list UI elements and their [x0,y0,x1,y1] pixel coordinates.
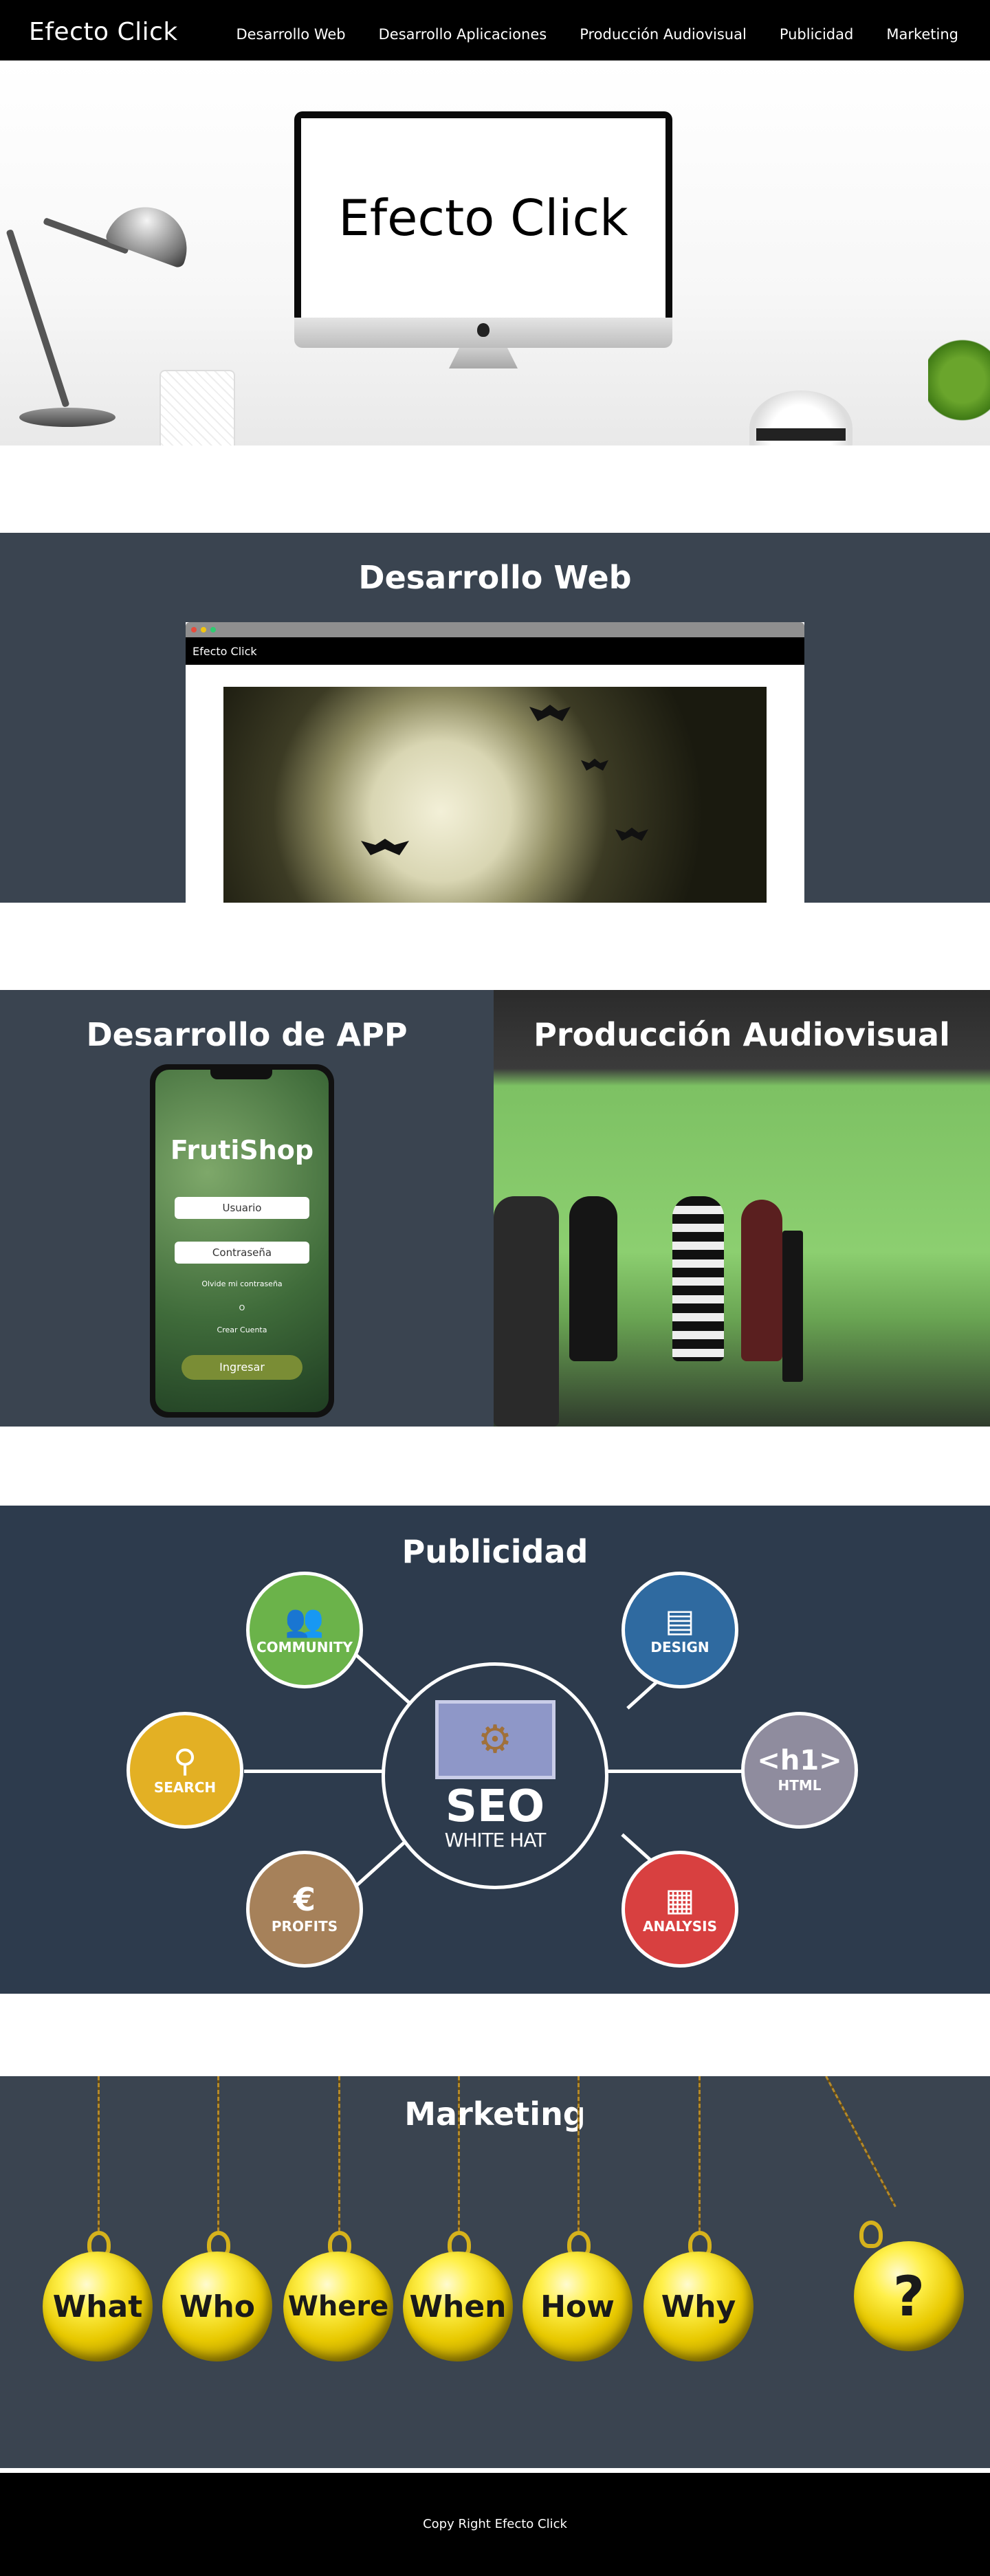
nav-link-desarrollo-web[interactable]: Desarrollo Web [236,26,345,43]
imac-image: Efecto Click [294,111,672,368]
hero-banner: Efecto Click [0,60,990,445]
section-marketing: Marketing What Who Where When How Why ? [0,2076,990,2468]
seo-center-hub: ⚙ SEO WHITE HAT [382,1662,608,1889]
crow-icon [361,839,409,855]
ball-where: Where [283,2252,393,2362]
maximize-dot-icon [210,627,216,632]
lamp-base [19,408,116,427]
minimize-dot-icon [201,627,206,632]
html-node[interactable]: <h1> HTML [741,1712,858,1829]
brand-logo[interactable]: Efecto Click [29,18,178,46]
html-tag-icon: <h1> [757,1745,842,1776]
app-name: FrutiShop [170,1135,314,1165]
chain [578,2076,580,2231]
or-divider: O [239,1303,245,1312]
section-title: Publicidad [402,1533,588,1570]
chain [217,2076,219,2231]
section-publicidad: Publicidad ⚙ SEO WHITE HAT 👥 COMMUNITY ▤… [0,1506,990,1994]
nav-link-marketing[interactable]: Marketing [886,26,958,43]
people-icon: 👥 [285,1602,324,1639]
design-node[interactable]: ▤ DESIGN [622,1572,738,1688]
connector-line [353,1651,417,1710]
nav-link-desarrollo-aplicaciones[interactable]: Desarrollo Aplicaciones [379,26,547,43]
forgot-password-link[interactable]: Olvide mi contraseña [155,1279,329,1288]
white-hat-label: WHITE HAT [444,1829,547,1851]
ball-how: How [522,2252,632,2362]
design-layout-icon: ▤ [665,1602,695,1639]
analysis-label: ANALYSIS [642,1918,718,1935]
bat-icon [581,758,608,771]
section-desarrollo-app: Desarrollo de APP FrutiShop Usuario Cont… [0,990,494,1427]
nav-link-publicidad[interactable]: Publicidad [780,26,854,43]
magnifier-icon: ⚲ [173,1742,197,1779]
chain [698,2076,701,2231]
ball-when: When [403,2252,513,2362]
person-image [569,1196,617,1361]
search-label: SEARCH [153,1779,217,1796]
apple-logo-icon [477,323,490,337]
chain [98,2076,100,2231]
ball-loop [859,2221,883,2248]
chain [458,2076,460,2231]
moon-bats-image [223,687,767,903]
section-desarrollo-web: Desarrollo Web Efecto Click [0,533,990,903]
bat-icon [615,827,648,841]
monitor-screen: Efecto Click [301,118,666,318]
community-node[interactable]: 👥 COMMUNITY [246,1572,363,1688]
connector-line [602,1770,746,1773]
section-title: Desarrollo de APP [86,1016,408,1053]
person-foreground-image [494,1196,559,1427]
phone-mockup: FrutiShop Usuario Contraseña Olvide mi c… [150,1064,334,1418]
ball-who: Who [162,2252,272,2362]
camera-tripod-image [782,1231,803,1382]
section-title: Producción Audiovisual [534,1016,950,1053]
phone-screen: FrutiShop Usuario Contraseña Olvide mi c… [155,1070,329,1412]
analysis-node[interactable]: ▦ ANALYSIS [622,1851,738,1968]
search-node[interactable]: ⚲ SEARCH [126,1712,243,1829]
phone-notch [210,1070,272,1079]
section-title: Desarrollo Web [358,559,632,596]
create-account-link[interactable]: Crear Cuenta [155,1325,329,1334]
monitor-stand [449,348,518,368]
profits-node[interactable]: € PROFITS [246,1851,363,1968]
community-label: COMMUNITY [256,1639,353,1655]
ball-what: What [43,2252,153,2362]
gear-browser-icon: ⚙ [434,1700,556,1779]
profits-label: PROFITS [271,1918,338,1935]
browser-titlebar [186,622,804,637]
html-label: HTML [778,1777,822,1794]
chain [338,2076,340,2231]
person-image [672,1196,724,1361]
ball-question: ? [854,2241,964,2351]
browser-mockup: Efecto Click [186,622,804,903]
person-image [741,1200,782,1361]
login-button[interactable]: Ingresar [182,1355,302,1380]
seo-label: SEO [445,1781,545,1832]
section-produccion-audiovisual: Producción Audiovisual [494,990,990,1427]
close-dot-icon [191,627,197,632]
copyright-text: Copy Right Efecto Click [423,2517,567,2531]
pencil-cup-image [160,370,235,445]
top-navbar: Efecto Click Desarrollo Web Desarrollo A… [0,0,990,60]
username-field[interactable]: Usuario [175,1197,309,1219]
browser-site-header: Efecto Click [186,637,804,665]
main-menu: Desarrollo Web Desarrollo Aplicaciones P… [236,26,958,43]
report-icon: ▦ [665,1881,695,1918]
ball-why: Why [644,2252,754,2362]
euro-icon: € [293,1881,316,1918]
nav-link-produccion-audiovisual[interactable]: Producción Audiovisual [580,26,747,43]
bat-icon [529,705,571,721]
hero-screen-title: Efecto Click [338,189,628,247]
section-title: Marketing [404,2095,586,2133]
password-field[interactable]: Contraseña [175,1242,309,1264]
footer: Copy Right Efecto Click [0,2473,990,2576]
section-app-audiovisual: Desarrollo de APP FrutiShop Usuario Cont… [0,990,990,1427]
connector-line [244,1770,388,1773]
design-label: DESIGN [650,1639,710,1655]
plant-image [928,335,990,425]
